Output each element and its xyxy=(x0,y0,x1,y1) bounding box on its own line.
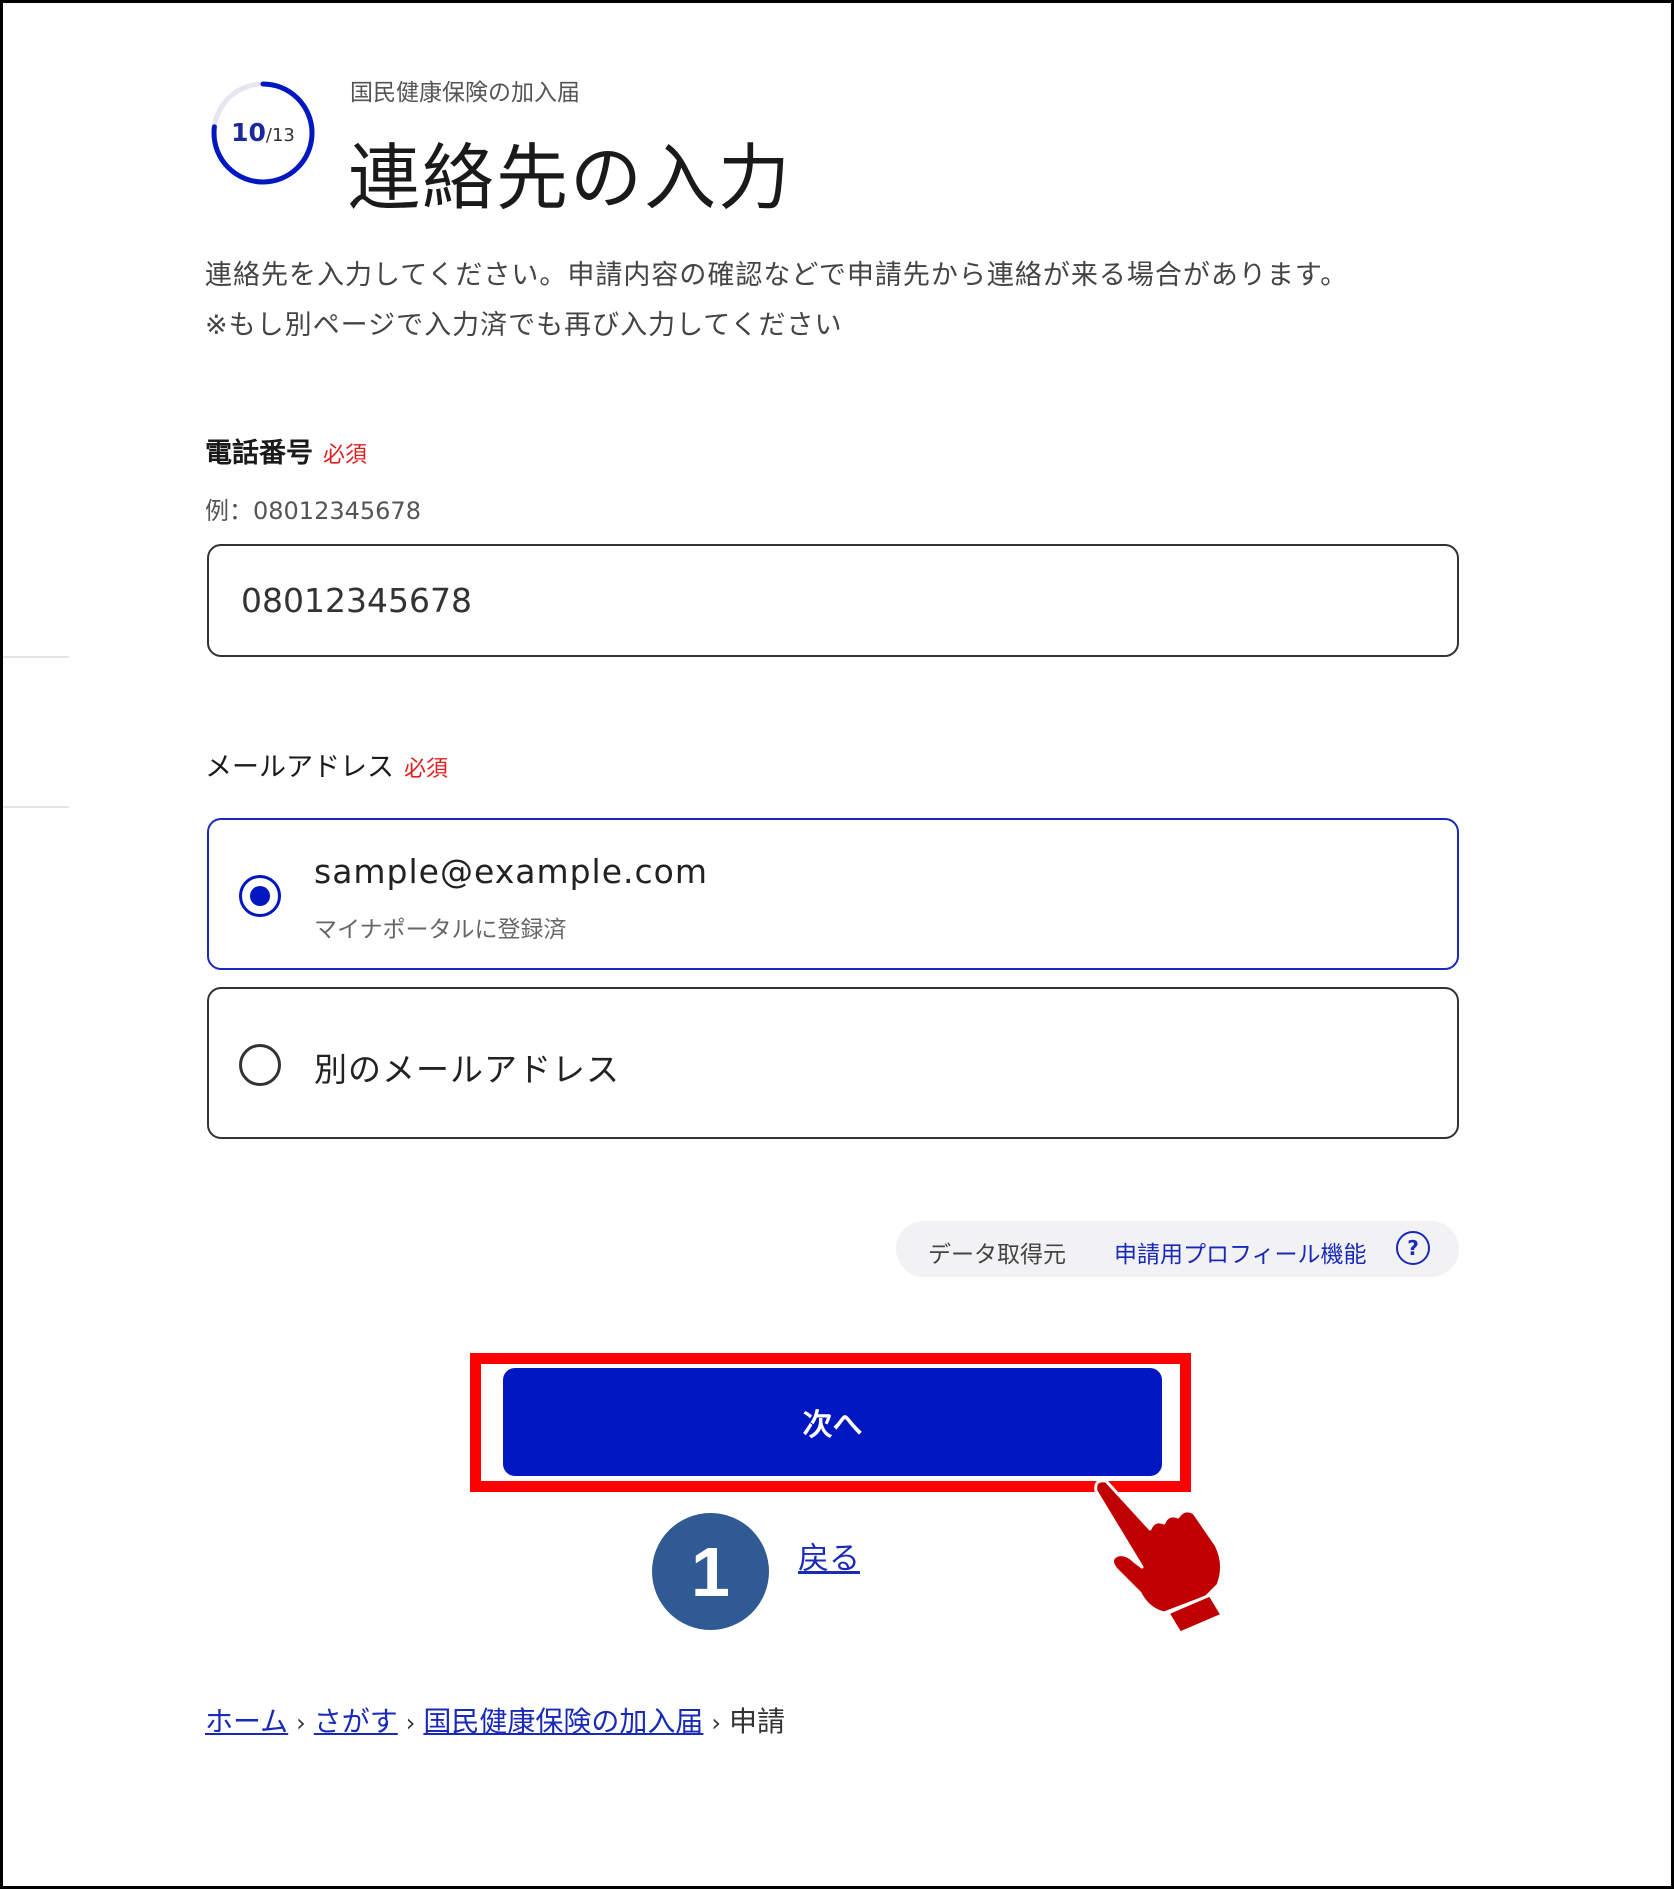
description-line-2: ※もし別ページで入力済でも再び入力してください xyxy=(205,310,843,341)
breadcrumb-home[interactable]: ホーム xyxy=(205,1705,288,1738)
email-label-text: メールアドレス xyxy=(205,752,394,783)
breadcrumb-separator: › xyxy=(296,1709,306,1737)
breadcrumb-separator: › xyxy=(711,1709,722,1737)
page-supertitle: 国民健康保険の加入届 xyxy=(350,80,580,106)
phone-input[interactable]: 08012345678 xyxy=(207,544,1459,657)
radio-selected-icon[interactable] xyxy=(239,875,281,917)
data-source-label: データ取得元 xyxy=(928,1242,1066,1268)
email-option-registered[interactable]: sample@example.com マイナポータルに登録済 xyxy=(207,818,1459,970)
data-source-pill: データ取得元 申請用プロフィール機能 ? xyxy=(896,1221,1459,1277)
radio-unselected-icon[interactable] xyxy=(239,1044,281,1086)
phone-label-text: 電話番号 xyxy=(205,438,313,469)
breadcrumb-separator: › xyxy=(405,1709,416,1737)
progress-count: 10/13 xyxy=(208,118,318,147)
back-link[interactable]: 戻る xyxy=(798,1533,860,1578)
next-button[interactable]: 次へ xyxy=(503,1368,1162,1476)
step-number-badge: 1 xyxy=(652,1513,769,1630)
page-title: 連絡先の入力 xyxy=(348,136,793,220)
breadcrumb-procedure[interactable]: 国民健康保険の加入届 xyxy=(423,1705,703,1738)
phone-example: 例：08012345678 xyxy=(205,497,421,525)
email-label: メールアドレス 必須 xyxy=(205,745,448,784)
progress-current: 10 xyxy=(231,118,266,147)
sidebar-divider xyxy=(3,656,69,658)
screenshot-frame: 10/13 国民健康保険の加入届 連絡先の入力 連絡先を入力してください。申請内… xyxy=(0,0,1674,1889)
required-badge: 必須 xyxy=(404,757,449,782)
sidebar-divider xyxy=(3,806,69,808)
phone-input-value: 08012345678 xyxy=(241,581,472,620)
progress-indicator: 10/13 xyxy=(208,78,318,188)
progress-total: /13 xyxy=(265,125,295,146)
description-line-1: 連絡先を入力してください。申請内容の確認などで申請先から連絡が来る場合があります… xyxy=(205,260,1349,291)
email-option-value: sample@example.com xyxy=(314,852,708,891)
help-icon[interactable]: ? xyxy=(1396,1231,1430,1265)
breadcrumb: ホーム › さがす › 国民健康保険の加入届 › 申請 xyxy=(205,1700,785,1740)
pointing-hand-icon xyxy=(1094,1479,1224,1633)
breadcrumb-current: 申請 xyxy=(729,1705,786,1738)
data-source-link[interactable]: 申請用プロフィール機能 xyxy=(1114,1235,1367,1269)
email-option-sub: マイナポータルに登録済 xyxy=(314,917,567,943)
required-badge: 必須 xyxy=(323,443,368,468)
phone-label: 電話番号 必須 xyxy=(205,431,367,470)
email-option-other-label: 別のメールアドレス xyxy=(314,1050,620,1089)
breadcrumb-search[interactable]: さがす xyxy=(314,1705,398,1738)
email-option-other[interactable]: 別のメールアドレス xyxy=(207,987,1459,1139)
